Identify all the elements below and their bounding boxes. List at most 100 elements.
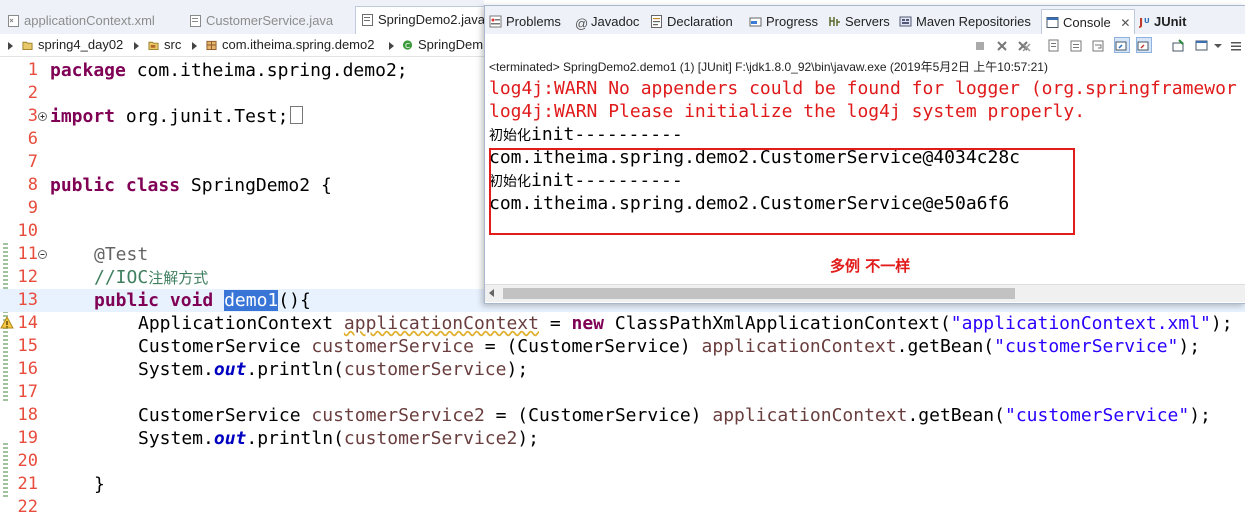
highlight-box (489, 148, 1075, 235)
close-icon[interactable]: ✕ (1120, 16, 1130, 30)
class-icon: C (402, 40, 413, 50)
breadcrumb-class[interactable]: C SpringDem (402, 37, 483, 52)
code-line: 19 System.out.println(customerService2); (0, 427, 1245, 450)
chevron-down-icon[interactable] (1211, 38, 1225, 52)
package-icon (206, 40, 217, 51)
problems-icon (489, 15, 502, 28)
code-text: CustomerService customerService = (Custo… (138, 336, 1201, 357)
source-folder-icon (148, 41, 159, 51)
maven-icon (899, 16, 912, 27)
line-number: 17 (17, 382, 38, 402)
tab-maven-repositories[interactable]: Maven Repositories (899, 11, 1031, 33)
tab-customer-service-java[interactable]: CustomerService.java (190, 8, 333, 34)
scrollbar-thumb[interactable] (503, 288, 1015, 299)
tab-console[interactable]: Console ✕ (1041, 9, 1136, 35)
code-text: public class SpringDemo2 { (50, 175, 332, 196)
chevron-right-icon (389, 42, 394, 50)
tab-declaration[interactable]: Declaration (650, 11, 733, 33)
tab-label: Maven Repositories (916, 14, 1031, 29)
breadcrumb-label: SpringDem (418, 37, 484, 52)
code-line: 20 (0, 450, 1245, 473)
svg-text:J: J (1139, 16, 1143, 28)
chevron-right-icon (134, 42, 139, 50)
breadcrumb-src[interactable]: src (148, 37, 181, 52)
chevron-right-icon (8, 42, 13, 50)
remove-all-terminated-icon[interactable] (1017, 38, 1031, 52)
folded-imports-box[interactable] (290, 106, 304, 124)
line-number: 2 (27, 83, 38, 103)
tab-junit[interactable]: J U JUnit (1139, 11, 1187, 33)
tab-spring-demo2-java[interactable]: SpringDemo2.java (355, 6, 493, 35)
line-number: 15 (17, 336, 38, 356)
line-number: 20 (17, 451, 38, 471)
tab-application-context-xml[interactable]: applicationContext.xml (8, 8, 155, 34)
code-text: @Test (94, 244, 149, 265)
word-wrap-icon[interactable] (1091, 38, 1105, 52)
view-menu-icon[interactable] (1229, 38, 1243, 52)
code-text: package com.itheima.spring.demo2; (50, 60, 408, 81)
fold-expand-icon[interactable] (38, 112, 47, 121)
view-tab-bar: Problems @ Javadoc Declaration Progress S… (485, 6, 1245, 35)
tab-label: Problems (506, 14, 561, 29)
show-on-stderr-icon[interactable] (1136, 37, 1152, 53)
breadcrumb-label: com.itheima.spring.demo2 (222, 37, 375, 52)
fold-collapse-icon[interactable] (38, 250, 47, 259)
annotation-note: 多例 不一样 (830, 257, 911, 275)
clear-console-icon[interactable] (1047, 38, 1061, 52)
tab-label: Progress (766, 14, 819, 29)
tab-label: JUnit (1154, 14, 1187, 29)
breadcrumb-project[interactable]: spring4_day02 (22, 37, 123, 52)
code-line: 17 (0, 381, 1245, 404)
line-number: 10 (17, 221, 38, 241)
line-number: 16 (17, 359, 38, 379)
line-number: 12 (17, 267, 38, 287)
java-file-icon (190, 15, 201, 27)
tab-problems[interactable]: Problems (489, 11, 561, 33)
console-status-line: <terminated> SpringDemo2.demo1 (1) [JUni… (489, 60, 1048, 74)
code-line: 18 CustomerService customerService2 = (C… (0, 404, 1245, 427)
scroll-lock-icon[interactable] (1069, 38, 1083, 52)
breadcrumb-package[interactable]: com.itheima.spring.demo2 (206, 37, 374, 52)
line-number: 8 (27, 175, 38, 195)
code-text: } (94, 474, 105, 495)
terminate-icon[interactable] (973, 38, 987, 52)
declaration-icon (651, 15, 662, 28)
breadcrumb: spring4_day02 src com.itheima.spring.dem… (0, 34, 484, 57)
line-number: 18 (17, 405, 38, 425)
tab-servers[interactable]: Servers (828, 11, 890, 33)
console-output-line: 初始化init---------- (489, 124, 683, 145)
code-line: 16 System.out.println(customerService); (0, 358, 1245, 381)
console-error-line: log4j:WARN No appenders could be found f… (489, 78, 1237, 99)
xml-file-icon (8, 15, 19, 27)
junit-icon: JU (1139, 16, 1150, 28)
tab-label: Console (1063, 15, 1111, 30)
pin-console-icon[interactable] (1171, 38, 1185, 52)
display-console-icon[interactable] (1195, 38, 1209, 52)
tab-label: Javadoc (591, 14, 640, 29)
code-line: 21 } (0, 473, 1245, 496)
remove-launch-icon[interactable] (995, 38, 1009, 52)
code-text: System.out.println(customerService2); (138, 428, 539, 449)
console-view: Problems @ Javadoc Declaration Progress S… (484, 5, 1245, 304)
warning-icon[interactable] (0, 316, 14, 330)
line-number: 3 (27, 106, 38, 126)
tab-javadoc[interactable]: @ Javadoc (575, 11, 639, 33)
tab-progress[interactable]: Progress (749, 11, 818, 33)
svg-text:U: U (1144, 17, 1150, 25)
code-line: 15 CustomerService customerService = (Cu… (0, 335, 1245, 358)
code-comment: //IOC注解方式 (94, 267, 209, 288)
servers-icon (829, 17, 840, 26)
show-on-stdout-icon[interactable] (1114, 37, 1130, 53)
console-icon (1046, 17, 1059, 28)
line-number: 21 (17, 474, 38, 494)
horizontal-scrollbar[interactable] (485, 284, 1245, 302)
code-text: import org.junit.Test; (50, 105, 304, 128)
tab-label: SpringDemo2.java (378, 12, 485, 27)
tab-label: Declaration (667, 14, 733, 29)
svg-text:C: C (405, 41, 410, 50)
scroll-left-icon[interactable] (489, 289, 494, 297)
line-number: 7 (27, 152, 38, 172)
breadcrumb-label: spring4_day02 (38, 37, 124, 52)
selected-method-name: demo1 (224, 290, 279, 311)
code-text: CustomerService customerService2 = (Cust… (138, 405, 1211, 426)
